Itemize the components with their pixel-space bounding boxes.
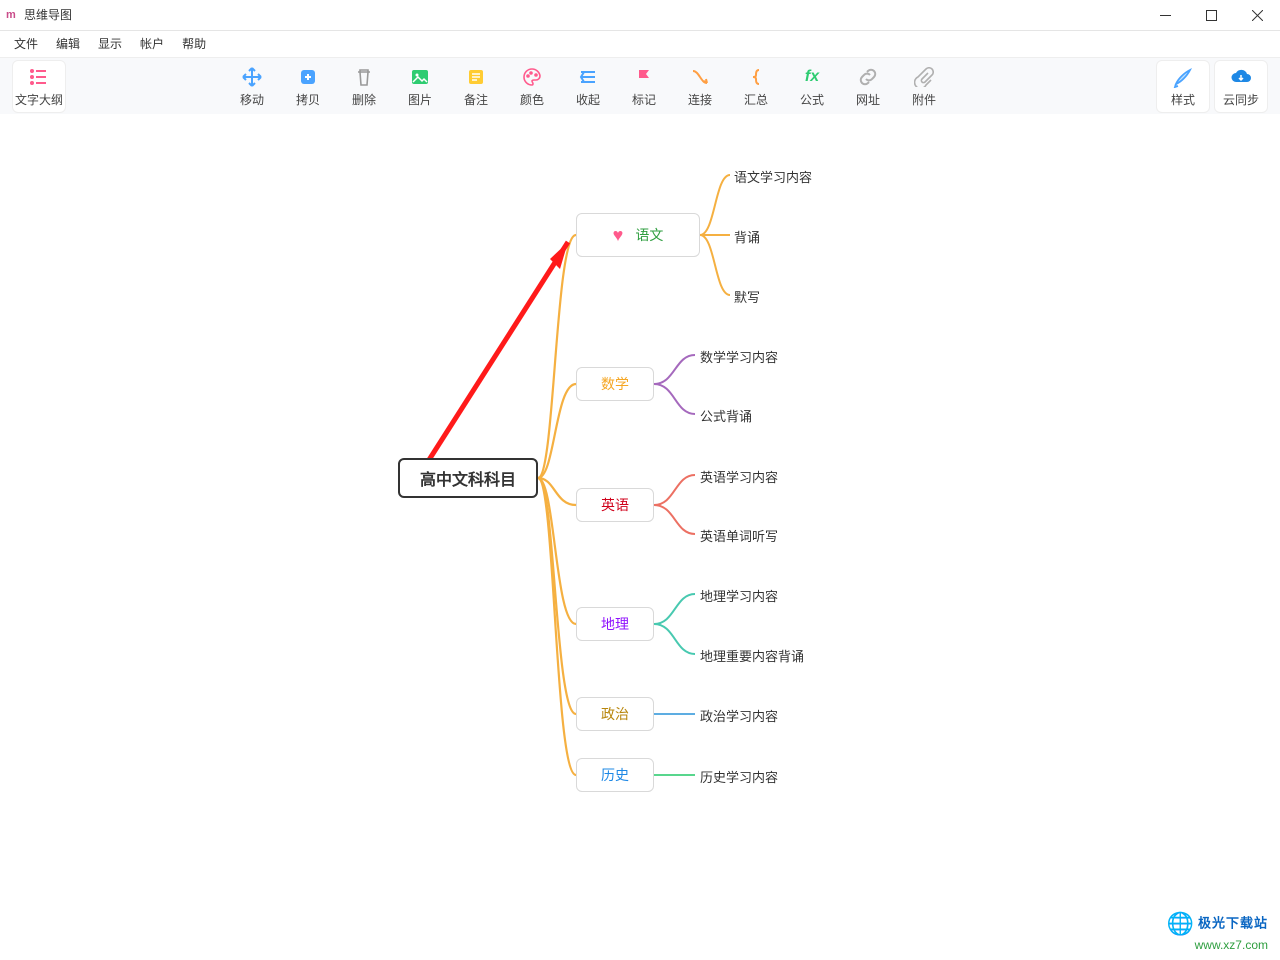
menu-display[interactable]: 显示 <box>98 31 122 57</box>
leaf[interactable]: 英语学习内容 <box>700 467 778 486</box>
note-icon <box>464 65 488 89</box>
node-label: 语文 <box>635 225 663 245</box>
node-label: 英语 <box>601 495 629 515</box>
node-dili[interactable]: 地理 <box>576 607 654 641</box>
leaf[interactable]: 政治学习内容 <box>700 706 778 725</box>
move-icon <box>240 65 264 89</box>
collapse-label: 收起 <box>576 91 600 108</box>
copy-icon <box>296 65 320 89</box>
mindmap-root[interactable]: 高中文科科目 <box>398 458 538 498</box>
outline-label: 文字大纲 <box>15 91 63 108</box>
flag-icon <box>632 65 656 89</box>
leaf[interactable]: 数学学习内容 <box>700 347 778 366</box>
leaf[interactable]: 公式背诵 <box>700 406 752 425</box>
toolbar: 文字大纲 移动 拷贝 删除 图片 备注 颜色 收起 标记 连接 汇总 fx公式 … <box>0 58 1280 115</box>
mindmap-canvas[interactable]: 高中文科科目 ♥ 语文 数学 英语 地理 政治 历史 语文学习内容 背诵 默写 … <box>0 114 1280 960</box>
note-label: 备注 <box>464 91 488 108</box>
menu-account[interactable]: 帐户 <box>140 31 164 57</box>
palette-icon <box>520 65 544 89</box>
image-button[interactable]: 图片 <box>394 61 446 112</box>
menu-edit[interactable]: 编辑 <box>56 31 80 57</box>
app-brand: m <box>6 0 16 30</box>
formula-button[interactable]: fx 公式 <box>786 61 838 112</box>
root-label: 高中文科科目 <box>420 466 516 490</box>
leaf[interactable]: 地理重要内容背诵 <box>700 646 804 665</box>
connect-icon <box>688 65 712 89</box>
url-label: 网址 <box>856 91 880 108</box>
connect-label: 连接 <box>688 91 712 108</box>
note-button[interactable]: 备注 <box>450 61 502 112</box>
collapse-button[interactable]: 收起 <box>562 61 614 112</box>
leaf[interactable]: 语文学习内容 <box>734 167 812 186</box>
watermark: 🌐 极光下载站 www.xz7.com <box>1167 910 1268 954</box>
brush-icon <box>1171 65 1195 89</box>
watermark-line2: www.xz7.com <box>1167 938 1268 954</box>
node-yingyu[interactable]: 英语 <box>576 488 654 522</box>
node-yuwen[interactable]: ♥ 语文 <box>576 213 700 257</box>
move-button[interactable]: 移动 <box>226 61 278 112</box>
image-icon <box>408 65 432 89</box>
delete-button[interactable]: 删除 <box>338 61 390 112</box>
node-zhengzhi[interactable]: 政治 <box>576 697 654 731</box>
heart-icon: ♥ <box>613 225 624 246</box>
menu-file[interactable]: 文件 <box>14 31 38 57</box>
cloud-icon <box>1229 65 1253 89</box>
image-label: 图片 <box>408 91 432 108</box>
list-icon <box>27 65 51 89</box>
close-button[interactable] <box>1234 0 1280 30</box>
leaf[interactable]: 背诵 <box>734 227 760 246</box>
attach-label: 附件 <box>912 91 936 108</box>
maximize-button[interactable] <box>1188 0 1234 30</box>
delete-label: 删除 <box>352 91 376 108</box>
leaf[interactable]: 地理学习内容 <box>700 586 778 605</box>
attach-button[interactable]: 附件 <box>898 61 950 112</box>
connect-button[interactable]: 连接 <box>674 61 726 112</box>
mark-label: 标记 <box>632 91 656 108</box>
cloud-label: 云同步 <box>1223 91 1259 108</box>
color-button[interactable]: 颜色 <box>506 61 558 112</box>
trash-icon <box>352 65 376 89</box>
mark-button[interactable]: 标记 <box>618 61 670 112</box>
url-button[interactable]: 网址 <box>842 61 894 112</box>
summary-button[interactable]: 汇总 <box>730 61 782 112</box>
node-label: 政治 <box>601 704 629 724</box>
link-icon <box>856 65 880 89</box>
outline-button[interactable]: 文字大纲 <box>12 60 66 113</box>
node-shuxue[interactable]: 数学 <box>576 367 654 401</box>
node-label: 地理 <box>601 614 629 634</box>
globe-icon: 🌐 <box>1167 911 1194 936</box>
leaf[interactable]: 英语单词听写 <box>700 526 778 545</box>
node-label: 数学 <box>601 374 629 394</box>
menu-help[interactable]: 帮助 <box>182 31 206 57</box>
leaf[interactable]: 历史学习内容 <box>700 767 778 786</box>
style-label: 样式 <box>1171 91 1195 108</box>
titlebar: m 思维导图 <box>0 0 1280 31</box>
minimize-button[interactable] <box>1142 0 1188 30</box>
node-lishi[interactable]: 历史 <box>576 758 654 792</box>
copy-label: 拷贝 <box>296 91 320 108</box>
copy-button[interactable]: 拷贝 <box>282 61 334 112</box>
leaf[interactable]: 默写 <box>734 287 760 306</box>
node-label: 历史 <box>601 765 629 785</box>
watermark-line1: 极光下载站 <box>1198 916 1268 931</box>
paperclip-icon <box>912 65 936 89</box>
move-label: 移动 <box>240 91 264 108</box>
window-title: 思维导图 <box>24 0 72 30</box>
collapse-icon <box>576 65 600 89</box>
formula-label: 公式 <box>800 91 824 108</box>
menubar: 文件 编辑 显示 帐户 帮助 <box>0 31 1280 58</box>
summary-label: 汇总 <box>744 91 768 108</box>
cloud-sync-button[interactable]: 云同步 <box>1214 60 1268 113</box>
color-label: 颜色 <box>520 91 544 108</box>
formula-icon: fx <box>800 65 824 89</box>
style-button[interactable]: 样式 <box>1156 60 1210 113</box>
brace-icon <box>744 65 768 89</box>
